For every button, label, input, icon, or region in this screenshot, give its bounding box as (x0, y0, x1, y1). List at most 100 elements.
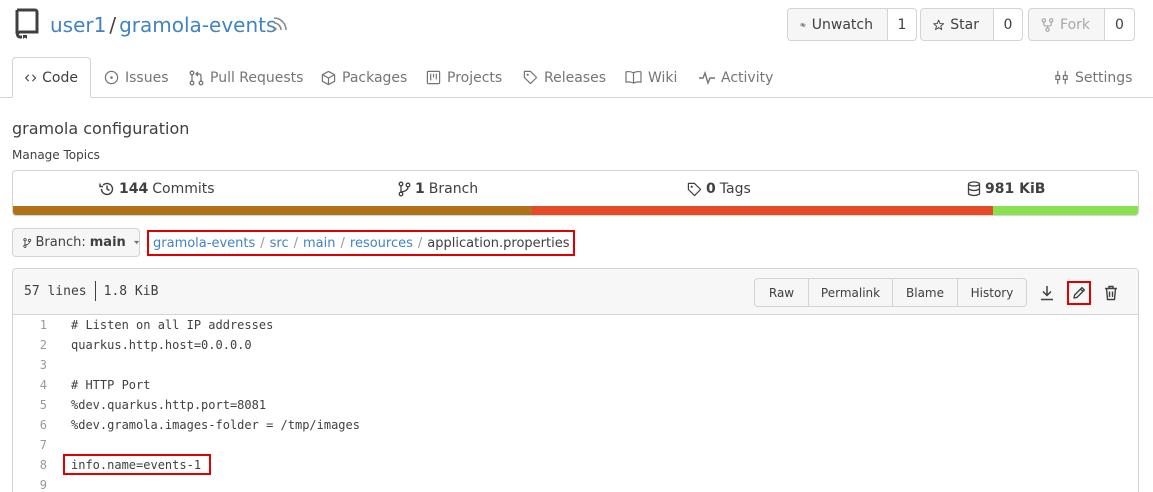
fork-button[interactable]: Fork (1029, 9, 1105, 40)
blame-button[interactable]: Blame (893, 279, 958, 306)
commits-count: 144 (119, 181, 149, 197)
fork-label: Fork (1060, 16, 1090, 33)
breadcrumb-divider: / (417, 235, 423, 251)
branches-label: Branch (428, 181, 479, 197)
file-size: 1.8 KiB (103, 283, 159, 299)
breadcrumb-divider: / (340, 235, 345, 251)
eye-slash-icon (800, 22, 806, 27)
code-icon (25, 74, 37, 81)
raw-button[interactable]: Raw (755, 279, 809, 306)
line-number[interactable]: 9 (13, 478, 47, 492)
branches-count: 1 (415, 181, 425, 197)
breadcrumb-link[interactable]: resources (350, 236, 413, 251)
branch-selector[interactable]: Branch: main (12, 228, 140, 257)
line-number[interactable]: 1 (13, 318, 47, 332)
tab-wiki[interactable]: Wiki (625, 57, 677, 98)
file-breadcrumb: gramola-events / src / main / resources … (147, 230, 576, 256)
breadcrumb-link[interactable]: gramola-events (153, 236, 255, 251)
fork-button-group: Fork 0 (1028, 8, 1135, 41)
download-button[interactable] (1035, 281, 1059, 305)
code-listing: 1 # Listen on all IP addresses 2 quarkus.ht… (13, 315, 1138, 492)
repo-name-link[interactable]: gramola-events (119, 13, 276, 37)
line-content: # Listen on all IP addresses (71, 318, 274, 332)
star-icon (933, 19, 945, 30)
star-label: Star (950, 16, 979, 33)
database-icon (967, 181, 981, 197)
repo-title-separator: / (109, 13, 117, 37)
language-bar[interactable] (13, 206, 1138, 215)
tags-count: 0 (706, 181, 716, 197)
tab-label: Issues (125, 69, 169, 86)
commits-stat[interactable]: 144 Commits (99, 171, 215, 207)
repo-description: gramola configuration (12, 119, 190, 138)
tab-issues[interactable]: Issues (104, 57, 169, 98)
line-number[interactable]: 7 (13, 438, 47, 452)
tab-label: Wiki (648, 69, 678, 86)
branch-icon (398, 181, 411, 197)
history-button[interactable]: History (958, 279, 1026, 306)
line-number[interactable]: 5 (13, 398, 47, 412)
line-number[interactable]: 4 (13, 378, 47, 392)
repo-stats: 144 Commits 1 Branch 0 Tags 981 KiB (12, 170, 1139, 216)
tab-label: Releases (544, 69, 606, 86)
breadcrumb-link[interactable]: main (303, 236, 335, 251)
line-number[interactable]: 3 (13, 358, 47, 372)
breadcrumb-divider: / (293, 235, 299, 251)
tab-code[interactable]: Code (12, 57, 91, 98)
tab-pull-requests[interactable]: Pull Requests (189, 57, 303, 98)
line-number[interactable]: 2 (13, 338, 47, 352)
tab-releases[interactable]: Releases (523, 57, 606, 98)
star-button-group: Star 0 (920, 8, 1023, 41)
code-line: 4 # HTTP Port (13, 375, 1138, 395)
fork-count[interactable]: 0 (1105, 9, 1134, 40)
star-button[interactable]: Star (921, 9, 994, 40)
commits-label: Commits (152, 181, 215, 197)
tab-label: Pull Requests (210, 69, 304, 86)
star-count[interactable]: 0 (994, 9, 1022, 40)
tools-icon (1055, 70, 1068, 85)
manage-topics-link[interactable]: Manage Topics (12, 148, 100, 162)
watch-count[interactable]: 1 (888, 9, 916, 40)
tab-activity[interactable]: Activity (699, 57, 773, 98)
tab-label: Packages (342, 69, 408, 86)
code-line: 7 (13, 435, 1138, 455)
code-line: 9 (13, 475, 1138, 492)
unwatch-button[interactable]: Unwatch (788, 9, 888, 40)
caret-down-icon (133, 240, 139, 245)
edit-file-button[interactable] (1067, 281, 1091, 305)
highlight-annotation-box (63, 454, 211, 475)
tag-icon (523, 70, 538, 85)
breadcrumb-current-file: application.properties (427, 235, 570, 251)
rss-icon[interactable] (272, 16, 288, 32)
tab-settings[interactable]: Settings (1054, 57, 1132, 98)
delete-file-button[interactable] (1099, 281, 1123, 305)
watch-button-group: Unwatch 1 (787, 8, 917, 41)
line-content: quarkus.http.host=0.0.0.0 (71, 338, 252, 352)
language-segment (992, 206, 1138, 215)
branches-stat[interactable]: 1 Branch (398, 171, 478, 207)
repo-owner-link[interactable]: user1 (50, 13, 106, 37)
package-icon (321, 70, 336, 85)
file-viewer: 57 lines 1.8 KiB Raw Permalink Blame His… (12, 268, 1139, 492)
file-info: 57 lines 1.8 KiB (24, 281, 158, 301)
book-icon (625, 70, 642, 84)
tab-packages[interactable]: Packages (321, 57, 407, 98)
code-line: 5 %dev.quarkus.http.port=8081 (13, 395, 1138, 415)
line-number[interactable]: 6 (13, 418, 47, 432)
size-stat: 981 KiB (967, 171, 1049, 207)
line-content: # HTTP Port (71, 378, 151, 392)
breadcrumb-link[interactable]: src (270, 236, 289, 251)
unwatch-label: Unwatch (811, 16, 873, 33)
line-number[interactable]: 8 (13, 458, 47, 472)
history-icon (99, 182, 114, 196)
permalink-button[interactable]: Permalink (809, 279, 893, 306)
pulse-icon (699, 70, 715, 85)
tags-stat[interactable]: 0 Tags (687, 171, 751, 207)
tags-label: Tags (719, 181, 751, 197)
language-segment (13, 206, 532, 215)
file-button-group: Raw Permalink Blame History (754, 278, 1027, 307)
breadcrumb-divider: / (260, 235, 265, 251)
line-content: %dev.quarkus.http.port=8081 (71, 398, 267, 412)
tab-projects[interactable]: Projects (426, 57, 502, 98)
repo-icon (15, 8, 39, 39)
